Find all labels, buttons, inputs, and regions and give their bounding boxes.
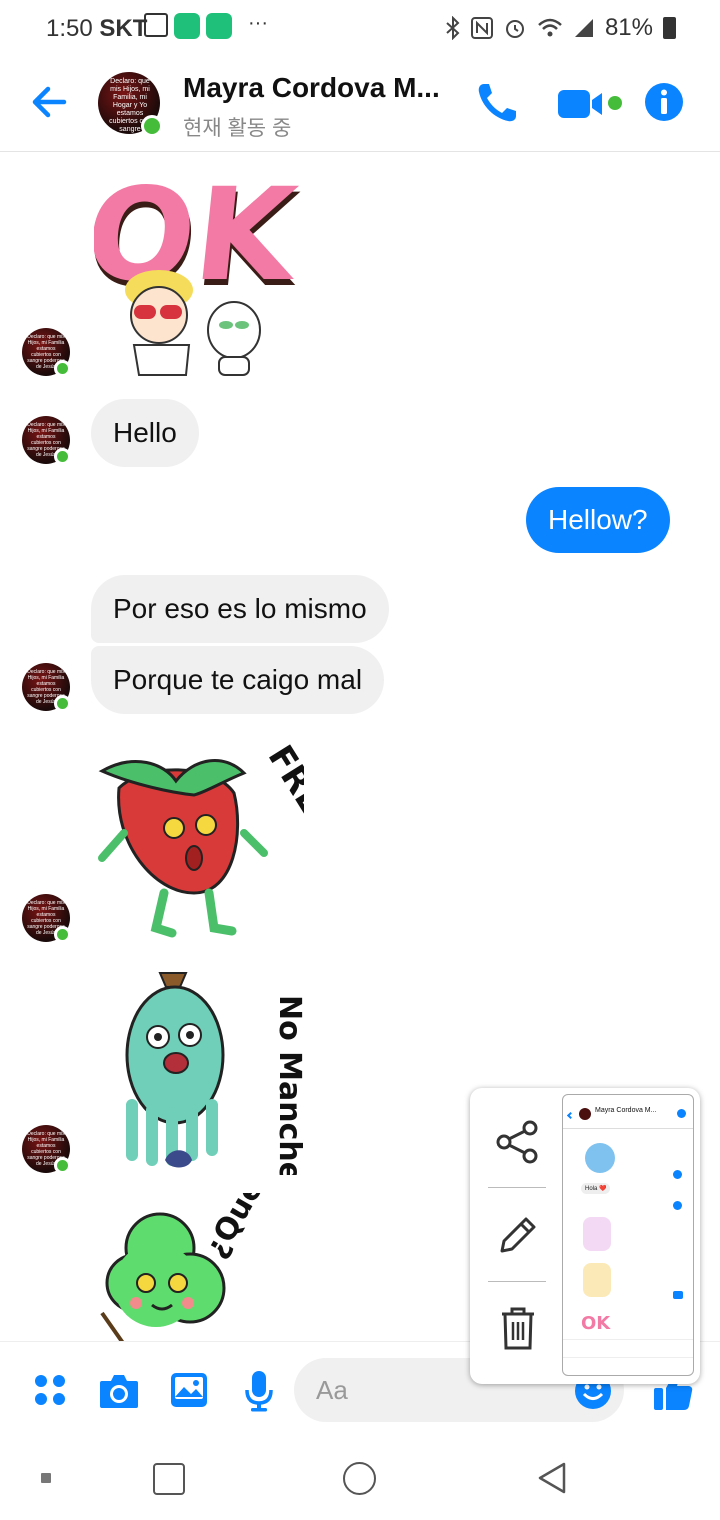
app-notification-icon-2 [206, 13, 232, 39]
camera-icon[interactable] [98, 1372, 140, 1410]
outgoing-message-bubble[interactable]: Hellow? [526, 487, 670, 553]
notification-icons [144, 13, 232, 39]
thumb-sticker-2 [583, 1217, 611, 1251]
thumb-message: Hola ❤️ [581, 1183, 611, 1194]
thumb-header: Mayra Cordova M... [563, 1095, 693, 1129]
clock: 1:50 [46, 15, 93, 42]
delete-trash-icon[interactable] [492, 1302, 544, 1354]
ok-sticker[interactable]: OK OK [94, 165, 304, 377]
panel-divider [488, 1281, 546, 1282]
wifi-icon [538, 18, 562, 37]
active-status: 현재 활동 중 [183, 117, 292, 140]
gallery-icon[interactable] [170, 1372, 208, 1408]
video-call-icon[interactable] [558, 88, 606, 120]
phone-call-icon[interactable] [474, 80, 520, 126]
nfc-icon [470, 17, 493, 39]
incoming-message-bubble[interactable]: Hello [91, 399, 199, 467]
screenshot-preview-panel: Mayra Cordova M... Hola ❤️ OK [470, 1088, 700, 1384]
system-status-icons: 81% [445, 14, 676, 42]
microphone-icon[interactable] [244, 1370, 274, 1412]
thumb-back-icon [566, 1111, 575, 1120]
que-pedo-sticker[interactable]: ¿Qué Pedo? [100, 1193, 310, 1341]
back-arrow-icon[interactable] [26, 78, 74, 126]
home-button[interactable] [343, 1462, 376, 1495]
thumb-like-icon [673, 1291, 683, 1299]
fresa-sticker[interactable]: FRESA [94, 733, 304, 943]
conversation-header: Declaro: que mis Hijos, mi Familia, mi H… [0, 56, 720, 152]
share-icon[interactable] [492, 1116, 544, 1168]
contact-name[interactable]: Mayra Cordova M... [183, 72, 440, 104]
sender-online-dot [54, 695, 71, 712]
sender-online-dot [54, 448, 71, 465]
status-time: 1:50 SKT [46, 15, 147, 43]
online-indicator [141, 115, 163, 137]
bluetooth-icon [446, 16, 460, 40]
more-notifications-icon: ··· [248, 12, 268, 34]
sender-online-dot [54, 1157, 71, 1174]
more-apps-icon[interactable] [32, 1372, 68, 1408]
recents-dot-icon[interactable] [41, 1473, 51, 1483]
thumb-navbar [563, 1357, 693, 1375]
info-icon[interactable] [644, 82, 684, 122]
sender-online-dot [54, 926, 71, 943]
thumb-composer [563, 1339, 693, 1355]
battery-percent: 81% [604, 14, 653, 41]
screenshot-thumbnail[interactable]: Mayra Cordova M... Hola ❤️ OK [562, 1094, 694, 1376]
thumb-sticker-3 [583, 1263, 611, 1297]
no-manches-sticker[interactable]: No Manches [110, 965, 310, 1175]
thumb-ok-sticker: OK [581, 1313, 611, 1334]
signal-icon [574, 19, 593, 37]
sender-online-dot [54, 360, 71, 377]
incoming-message-bubble[interactable]: Por eso es lo mismo [91, 575, 389, 643]
edit-pencil-icon[interactable] [492, 1209, 544, 1261]
no-manches-sticker-text: No Manches [272, 995, 307, 1175]
messenger-screen: { "status_bar": { "time": "1:50", "carri… [0, 0, 720, 1520]
thumb-sticker-1 [585, 1143, 615, 1173]
system-navigation-bar [0, 1441, 720, 1520]
app-notification-icon [174, 13, 200, 39]
battery-icon [663, 17, 676, 39]
status-bar: 1:50 SKT ··· 81% [0, 0, 720, 56]
carrier-name: SKT [99, 15, 148, 42]
thumb-sent-dot [673, 1201, 682, 1210]
que-pedo-sticker-text: ¿Qué Pedo? [198, 1193, 310, 1264]
thumb-contact-name: Mayra Cordova M... [595, 1107, 657, 1114]
incoming-message-bubble[interactable]: Porque te caigo mal [91, 646, 385, 714]
back-button[interactable] [536, 1461, 568, 1495]
thumb-sent-dot [673, 1170, 682, 1179]
video-online-dot [608, 96, 622, 110]
thumb-info-icon [677, 1109, 686, 1118]
gallery-notification-icon [144, 13, 168, 37]
panel-divider [488, 1187, 546, 1188]
alarm-icon [505, 20, 524, 38]
fresa-sticker-text: FRESA [260, 738, 304, 864]
overview-button[interactable] [153, 1463, 185, 1495]
thumb-avatar [579, 1108, 591, 1120]
message-input-placeholder: Aa [316, 1375, 348, 1405]
